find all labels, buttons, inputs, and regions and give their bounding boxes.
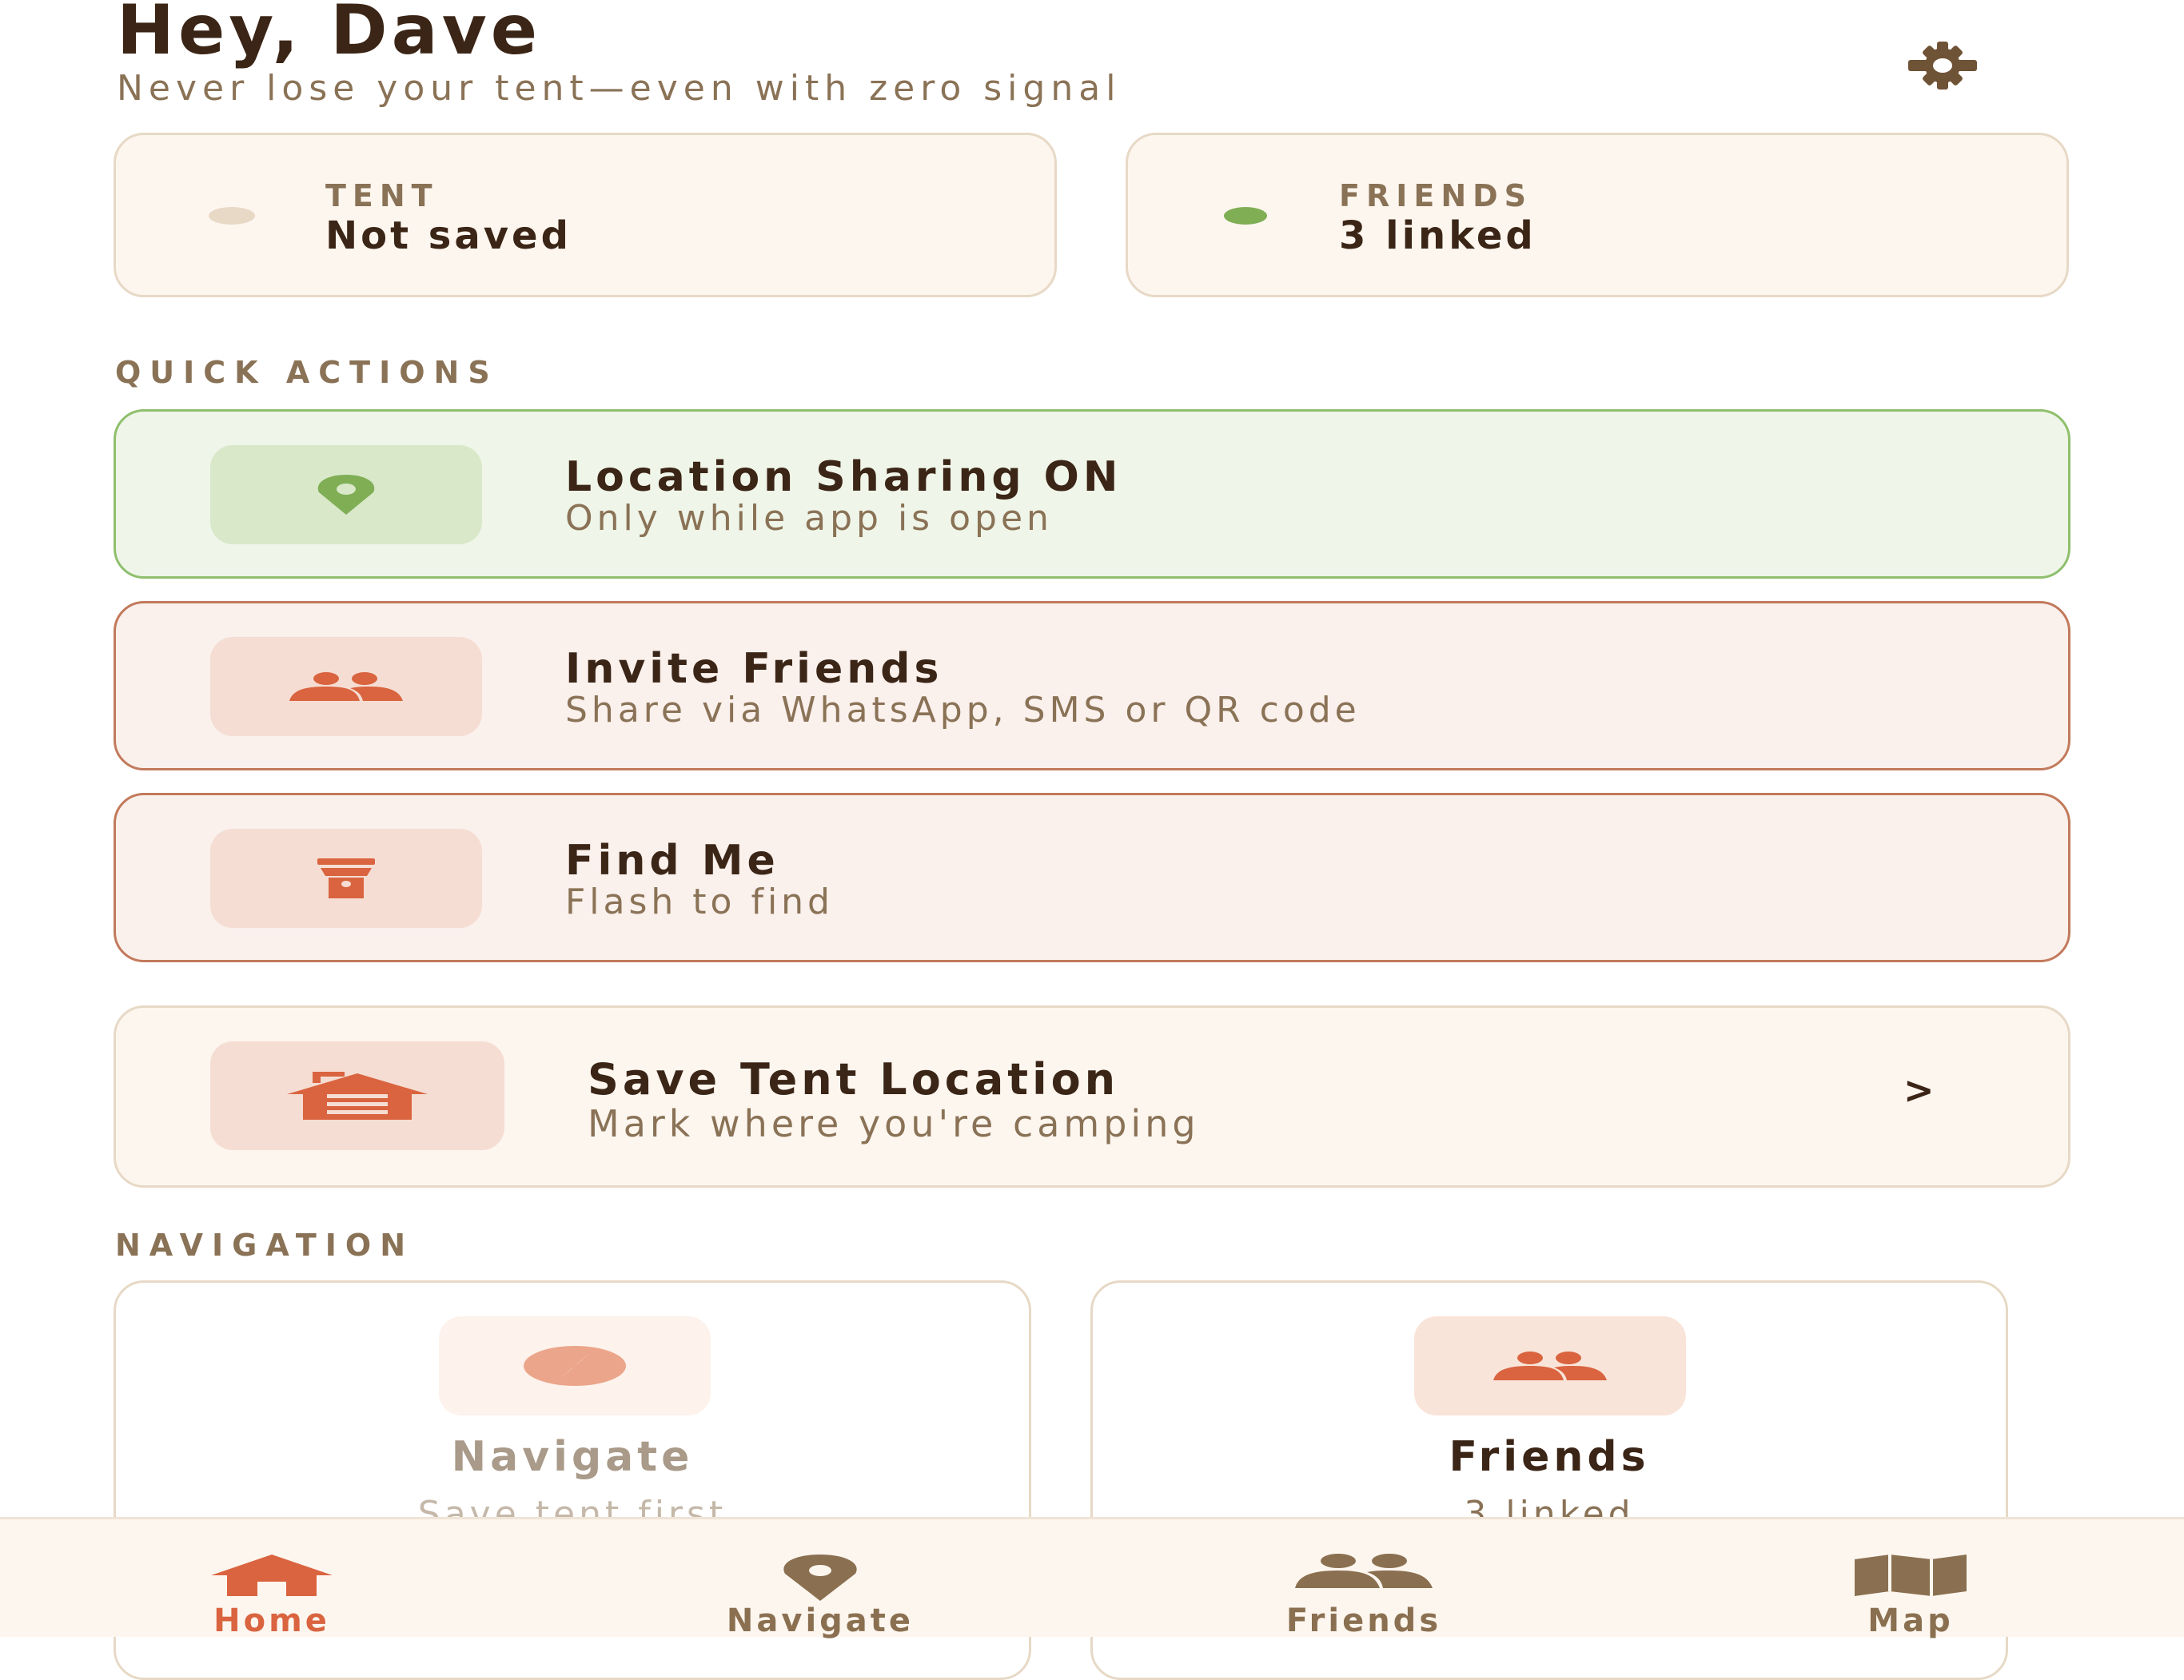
bottom-tab-bar: Home Navigate Friends Map (0, 1517, 2184, 1639)
location-pin-icon (783, 1555, 857, 1601)
location-sharing-subtitle: Only while app is open (565, 498, 1053, 539)
tab-navigate-label: Navigate (726, 1602, 915, 1639)
navigate-card-title: Navigate (451, 1433, 694, 1481)
location-icon-box (210, 445, 482, 544)
map-icon (1855, 1555, 1967, 1596)
friends-card-title: Friends (1449, 1433, 1650, 1481)
tent-icon (287, 1072, 428, 1120)
tab-friends[interactable]: Friends (1204, 1519, 1524, 1639)
flashlight-icon (317, 858, 375, 898)
gear-icon (1908, 42, 1977, 90)
location-sharing-button[interactable]: Location Sharing ON Only while app is op… (114, 409, 2070, 579)
tab-map-label: Map (1867, 1602, 1954, 1639)
location-pin-icon (317, 475, 375, 515)
page-subtitle: Never lose your tent—even with zero sign… (117, 68, 1122, 109)
invite-friends-button[interactable]: Invite Friends Share via WhatsApp, SMS o… (114, 601, 2070, 770)
friends-status-dot (1224, 207, 1267, 225)
find-me-subtitle: Flash to find (565, 882, 834, 922)
friends-status-card: FRIENDS 3 linked (1126, 133, 2069, 297)
save-tent-icon-box (210, 1041, 504, 1150)
friends-status-value: 3 linked (1339, 213, 1536, 258)
save-tent-location-button[interactable]: Save Tent Location Mark where you're cam… (114, 1005, 2070, 1188)
quick-actions-heading: QUICK ACTIONS (115, 355, 499, 390)
tab-friends-label: Friends (1285, 1602, 1442, 1639)
people-icon (1295, 1554, 1433, 1588)
home-icon (211, 1555, 333, 1596)
save-tent-title: Save Tent Location (588, 1054, 1120, 1105)
save-tent-subtitle: Mark where you're camping (588, 1102, 1200, 1145)
tab-map[interactable]: Map (1751, 1519, 2070, 1639)
navigation-heading: NAVIGATION (115, 1228, 414, 1263)
invite-icon-box (210, 637, 482, 736)
invite-friends-subtitle: Share via WhatsApp, SMS or QR code (565, 690, 1361, 731)
tab-navigate[interactable]: Navigate (660, 1519, 980, 1639)
compass-icon (524, 1346, 626, 1386)
people-icon (289, 672, 403, 701)
tent-status-value: Not saved (325, 213, 572, 258)
people-icon (1493, 1352, 1607, 1380)
chevron-right-icon: > (1903, 1069, 1935, 1112)
tab-home-label: Home (213, 1602, 330, 1639)
location-sharing-title: Location Sharing ON (565, 453, 1122, 501)
navigate-icon-box (439, 1316, 711, 1415)
tab-home[interactable]: Home (112, 1519, 432, 1639)
tent-status-dot (209, 207, 255, 225)
find-me-icon-box (210, 829, 482, 928)
settings-button[interactable] (1887, 18, 1999, 113)
page-title: Hey, Dave (117, 0, 542, 70)
invite-friends-title: Invite Friends (565, 645, 943, 693)
find-me-button[interactable]: Find Me Flash to find (114, 793, 2070, 962)
friends-icon-box (1414, 1316, 1686, 1415)
find-me-title: Find Me (565, 837, 779, 885)
tent-status-label: TENT (325, 178, 439, 213)
tent-status-card: TENT Not saved (114, 133, 1057, 297)
friends-status-label: FRIENDS (1339, 178, 1533, 213)
